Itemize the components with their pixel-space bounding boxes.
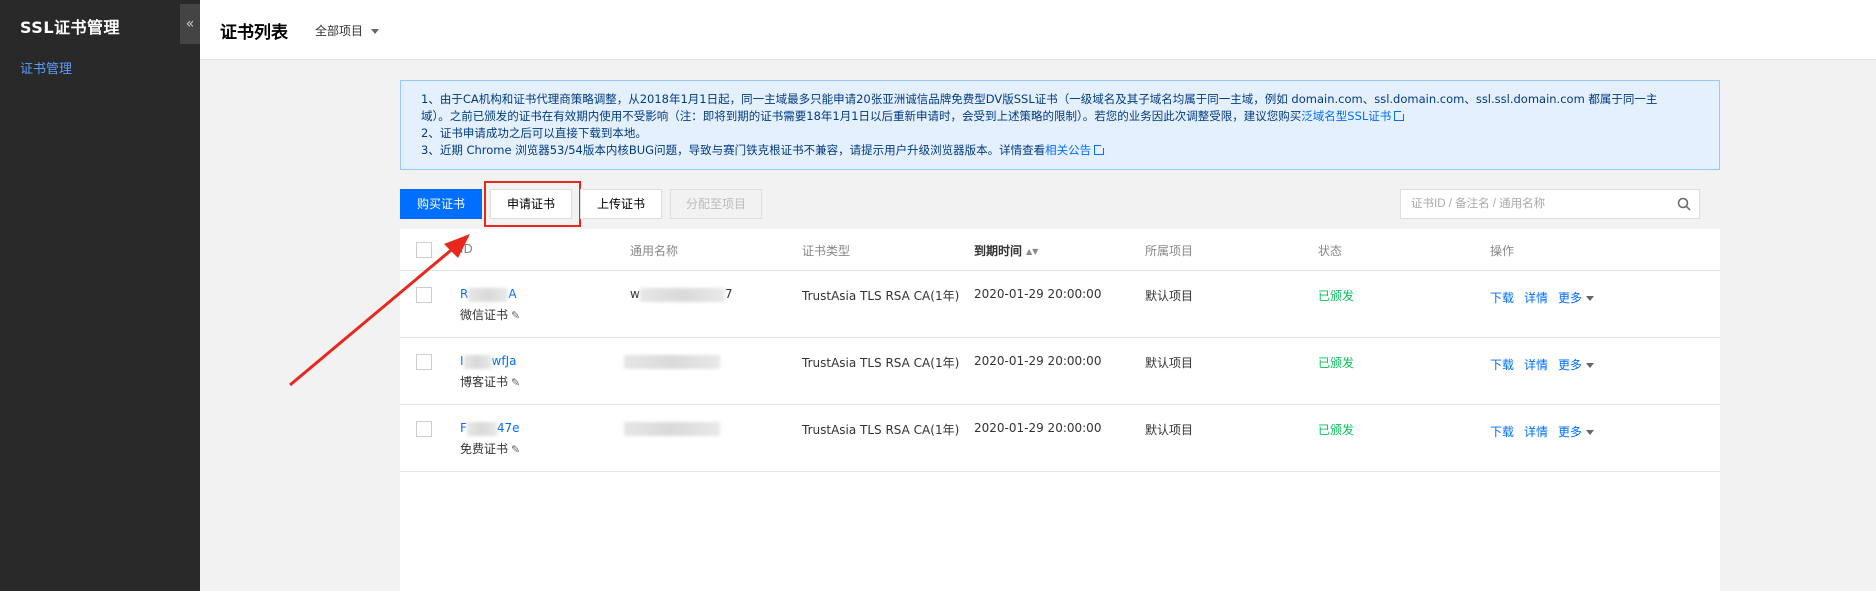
cert-type: TrustAsia TLS RSA CA(1年) <box>802 289 960 303</box>
sidebar: SSL证书管理 证书管理 « <box>0 0 200 591</box>
cert-id-link[interactable]: F 47e <box>460 421 520 436</box>
notice-banner: 1、由于CA机构和证书代理商策略调整，从2018年1月1日起，同一主域最多只能申… <box>400 80 1720 170</box>
notice-line-2: 2、证书申请成功之后可以直接下载到本地。 <box>421 126 647 140</box>
search-box <box>1400 189 1700 219</box>
cert-remark[interactable]: 博客证书 ✎ <box>460 373 520 390</box>
expire-time: 2020-01-29 20:00:00 <box>974 421 1102 435</box>
expire-time: 2020-01-29 20:00:00 <box>974 354 1102 368</box>
row-checkbox[interactable] <box>416 421 432 437</box>
cert-type: TrustAsia TLS RSA CA(1年) <box>802 423 960 437</box>
project-name: 默认项目 <box>1145 423 1194 437</box>
detail-link[interactable]: 详情 <box>1524 356 1548 373</box>
search-icon[interactable] <box>1677 197 1691 211</box>
redacted-text <box>466 421 497 436</box>
table-row: F 47e 免费证书 ✎ TrustAsia TLS RSA CA(1年) 2020… <box>400 405 1720 472</box>
collapse-sidebar-icon[interactable]: « <box>180 4 200 44</box>
header-status: 状态 <box>1318 244 1343 258</box>
sort-icon[interactable]: ▲▼ <box>1026 247 1038 256</box>
announcement-link[interactable]: 相关公告 <box>1045 143 1091 157</box>
chevron-down-icon <box>1586 363 1595 368</box>
cert-remark[interactable]: 微信证书 ✎ <box>460 306 520 323</box>
header-common-name: 通用名称 <box>630 244 679 258</box>
sidebar-item-cert-management[interactable]: 证书管理 <box>20 58 72 77</box>
more-dropdown[interactable]: 更多 <box>1558 423 1595 440</box>
sidebar-title: SSL证书管理 <box>20 18 121 37</box>
upload-cert-button[interactable]: 上传证书 <box>580 189 662 219</box>
cert-id-link[interactable]: RA <box>460 287 517 302</box>
chevron-down-icon <box>1586 430 1595 435</box>
detail-link[interactable]: 详情 <box>1524 289 1548 306</box>
download-link[interactable]: 下载 <box>1490 423 1514 440</box>
notice-line-3: 3、近期 Chrome 浏览器53/54版本内核BUG问题，导致与赛门铁克根证书… <box>421 142 1699 159</box>
common-name <box>624 354 720 369</box>
chevron-down-icon <box>371 29 380 34</box>
highlight-box <box>484 181 581 227</box>
redacted-text <box>468 287 509 302</box>
page-title: 证书列表 <box>220 23 288 43</box>
header-id: ID <box>460 242 473 256</box>
project-name: 默认项目 <box>1145 289 1194 303</box>
redacted-text <box>463 354 492 369</box>
notice-line-1b: 域）。之前已颁发的证书在有效期内使用不受影响（注：即将到期的证书需要18年1月1… <box>421 108 1699 125</box>
external-link-icon <box>1094 143 1107 155</box>
assign-project-button[interactable]: 分配至项目 <box>670 189 762 219</box>
row-checkbox[interactable] <box>416 287 432 303</box>
redacted-text <box>624 421 720 436</box>
header-cert-type: 证书类型 <box>802 244 851 258</box>
buy-cert-button[interactable]: 购买证书 <box>400 189 482 219</box>
chevron-down-icon <box>1586 296 1595 301</box>
detail-link[interactable]: 详情 <box>1524 423 1548 440</box>
header-ops: 操作 <box>1490 244 1515 258</box>
expire-time: 2020-01-29 20:00:00 <box>974 287 1102 301</box>
project-name: 默认项目 <box>1145 356 1194 370</box>
cert-remark[interactable]: 免费证书 ✎ <box>460 440 520 457</box>
status-badge: 已颁发 <box>1318 423 1355 437</box>
redacted-text <box>624 354 720 369</box>
cert-type: TrustAsia TLS RSA CA(1年) <box>802 356 960 370</box>
edit-pencil-icon[interactable]: ✎ <box>511 443 520 456</box>
project-select-label: 全部项目 <box>315 24 364 38</box>
header: 证书列表 全部项目 <box>200 0 1876 60</box>
table-row: IwfJa 博客证书 ✎ TrustAsia TLS RSA CA(1年) 202… <box>400 338 1720 405</box>
download-link[interactable]: 下载 <box>1490 356 1514 373</box>
external-link-icon <box>1394 109 1407 121</box>
table-header: ID 通用名称 证书类型 到期时间 ▲▼ 所属项目 状态 操作 <box>400 229 1720 271</box>
header-expire[interactable]: 到期时间 ▲▼ <box>974 242 1038 259</box>
more-dropdown[interactable]: 更多 <box>1558 289 1595 306</box>
common-name: w7 <box>630 287 733 302</box>
cert-id-link[interactable]: IwfJa <box>460 354 516 369</box>
status-badge: 已颁发 <box>1318 289 1355 303</box>
wildcard-cert-link[interactable]: 泛域名型SSL证书 <box>1301 109 1391 123</box>
notice-line-1: 1、由于CA机构和证书代理商策略调整，从2018年1月1日起，同一主域最多只能申… <box>421 92 1658 106</box>
more-dropdown[interactable]: 更多 <box>1558 356 1595 373</box>
download-link[interactable]: 下载 <box>1490 289 1514 306</box>
status-badge: 已颁发 <box>1318 356 1355 370</box>
table-row: RA 微信证书 ✎ w7 TrustAsia TLS RSA CA(1年) 202… <box>400 271 1720 338</box>
header-project: 所属项目 <box>1145 244 1194 258</box>
select-all-checkbox[interactable] <box>416 242 432 258</box>
search-input[interactable] <box>1401 190 1661 218</box>
common-name <box>624 421 720 436</box>
cert-table: ID 通用名称 证书类型 到期时间 ▲▼ 所属项目 状态 操作 RA 微信证书 ✎ … <box>400 229 1720 591</box>
row-checkbox[interactable] <box>416 354 432 370</box>
redacted-text <box>639 287 725 302</box>
edit-pencil-icon[interactable]: ✎ <box>511 376 520 389</box>
project-select[interactable]: 全部项目 <box>315 22 380 39</box>
edit-pencil-icon[interactable]: ✎ <box>511 309 520 322</box>
